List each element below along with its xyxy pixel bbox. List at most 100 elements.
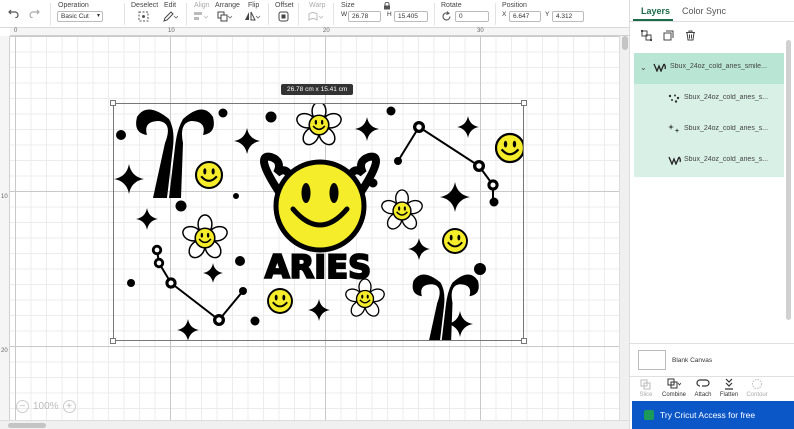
width-field[interactable]: 26.78 bbox=[348, 11, 381, 22]
slice-icon bbox=[640, 379, 651, 390]
attach-icon bbox=[696, 379, 710, 387]
toolbar-divider bbox=[50, 3, 51, 25]
flatten-button[interactable]: Flatten bbox=[714, 377, 744, 398]
redo-icon[interactable] bbox=[29, 8, 40, 18]
ruler-tick-label: 10 bbox=[168, 28, 175, 34]
position-label: Position bbox=[502, 2, 527, 9]
align-label: Align bbox=[194, 2, 210, 9]
layer-group-row[interactable]: ⌄ Sbux_24oz_cold_aries_smile... bbox=[634, 53, 784, 84]
x-prefix: X bbox=[502, 11, 507, 18]
resize-handle-top-left[interactable] bbox=[110, 100, 116, 106]
blank-canvas-swatch[interactable] bbox=[638, 350, 666, 370]
scrollbar-thumb[interactable] bbox=[622, 36, 628, 50]
layer-row[interactable]: Sbux_24oz_cold_aries_s... bbox=[634, 84, 784, 115]
flip-label: Flip bbox=[248, 2, 260, 9]
offset-label: Offset bbox=[275, 2, 294, 9]
y-prefix: Y bbox=[545, 11, 550, 18]
width-prefix: W bbox=[341, 11, 348, 18]
cta-label: Try Cricut Access for free bbox=[660, 410, 756, 420]
zoom-control: − 100% + bbox=[16, 398, 76, 414]
layer-name: Sbux_24oz_cold_aries_s... bbox=[684, 94, 769, 101]
chevron-down-icon[interactable]: ⌄ bbox=[640, 63, 647, 72]
duplicate-icon[interactable] bbox=[663, 30, 674, 41]
toolbar-divider bbox=[298, 3, 299, 25]
blank-canvas-label: Blank Canvas bbox=[672, 357, 713, 364]
toolbar-divider bbox=[186, 3, 187, 25]
layer-name: Sbux_24oz_cold_aries_s... bbox=[684, 125, 769, 132]
dots-thumbnail-icon bbox=[668, 94, 680, 103]
arrange-icon[interactable] bbox=[217, 11, 233, 22]
layer-row[interactable]: Sbux_24oz_cold_aries_s... bbox=[634, 115, 784, 146]
position-x-field[interactable]: 6.647 bbox=[509, 11, 541, 22]
ruler-tick-label: 10 bbox=[1, 194, 8, 200]
toolbar-divider bbox=[333, 3, 334, 25]
flip-icon[interactable] bbox=[244, 11, 261, 22]
rotate-field[interactable]: 0 bbox=[455, 11, 489, 22]
group-thumbnail-icon bbox=[653, 63, 666, 72]
resize-handle-top-right[interactable] bbox=[521, 100, 527, 106]
slice-button[interactable]: Slice bbox=[631, 377, 661, 398]
panel-action-bar: Slice Combine Attach Flatten Contour bbox=[630, 376, 794, 398]
undo-icon[interactable] bbox=[8, 8, 19, 18]
selection-bounding-box[interactable] bbox=[110, 100, 527, 344]
sparkle-thumbnail-icon bbox=[668, 124, 680, 133]
deselect-icon[interactable] bbox=[138, 11, 149, 22]
resize-handle-bottom-left[interactable] bbox=[110, 338, 116, 344]
ruler-tick-label: 0 bbox=[14, 28, 18, 34]
group-icon[interactable] bbox=[641, 30, 652, 41]
layer-name: Sbux_24oz_cold_aries_smile... bbox=[670, 63, 767, 70]
shape-thumbnail-icon bbox=[668, 156, 681, 165]
contour-icon bbox=[752, 379, 762, 389]
toolbar-divider bbox=[434, 3, 435, 25]
height-prefix: H bbox=[387, 11, 392, 18]
scrollbar-thumb[interactable] bbox=[8, 423, 46, 428]
size-tooltip: 26.78 cm x 15.41 cm bbox=[281, 84, 354, 95]
combine-button[interactable]: Combine bbox=[659, 377, 689, 398]
cricut-logo-icon bbox=[644, 410, 654, 420]
position-y-field[interactable]: 4.312 bbox=[552, 11, 584, 22]
ruler-tick-label: 20 bbox=[323, 28, 330, 34]
layer-row[interactable]: Sbux_24oz_cold_aries_s... bbox=[634, 146, 784, 177]
warp-icon[interactable] bbox=[308, 11, 324, 22]
flatten-icon bbox=[725, 378, 733, 390]
layers-panel: Layers Color Sync ⌄ Sbux_24oz_cold_aries… bbox=[629, 0, 794, 429]
zoom-level: 100% bbox=[33, 400, 59, 412]
deselect-label: Deselect bbox=[131, 2, 159, 9]
align-icon[interactable] bbox=[193, 11, 209, 22]
offset-icon[interactable] bbox=[278, 11, 289, 22]
rotate-icon bbox=[442, 11, 451, 21]
resize-handle-bottom-right[interactable] bbox=[521, 338, 527, 344]
panel-scrollbar[interactable] bbox=[786, 30, 792, 346]
cricut-access-banner[interactable]: Try Cricut Access for free bbox=[632, 401, 794, 429]
horizontal-scrollbar[interactable] bbox=[0, 420, 629, 429]
toolbar-divider bbox=[268, 3, 269, 25]
left-ruler: 10 20 bbox=[0, 36, 10, 420]
vertical-scrollbar[interactable] bbox=[619, 36, 629, 420]
edit-pen-icon[interactable] bbox=[163, 11, 178, 22]
arrange-label: Arrange bbox=[215, 2, 240, 9]
active-tab-indicator bbox=[633, 19, 673, 21]
edit-label: Edit bbox=[164, 2, 177, 9]
tab-color-sync[interactable]: Color Sync bbox=[682, 6, 726, 16]
ruler-tick-label: 30 bbox=[477, 28, 484, 34]
layer-actions bbox=[641, 30, 696, 41]
contour-button[interactable]: Contour bbox=[742, 377, 772, 398]
height-field[interactable]: 15.405 bbox=[394, 11, 428, 22]
zoom-in-button[interactable]: + bbox=[62, 399, 76, 413]
trash-icon[interactable] bbox=[685, 30, 696, 41]
chevron-down-icon: ▾ bbox=[96, 13, 100, 19]
zoom-out-button[interactable]: − bbox=[16, 399, 29, 413]
panel-tabs: Layers Color Sync bbox=[630, 0, 794, 22]
size-label: Size bbox=[341, 2, 355, 9]
operation-select[interactable]: Basic Cut ▾ bbox=[57, 11, 103, 22]
layer-name: Sbux_24oz_cold_aries_s... bbox=[684, 156, 769, 163]
top-toolbar: Operation Basic Cut ▾ Deselect Edit Alig… bbox=[0, 0, 629, 28]
operation-label: Operation bbox=[58, 2, 89, 9]
tab-layers[interactable]: Layers bbox=[641, 6, 670, 16]
toolbar-divider bbox=[495, 3, 496, 25]
scrollbar-thumb[interactable] bbox=[786, 40, 791, 320]
ruler-tick-label: 20 bbox=[1, 348, 8, 354]
lock-icon[interactable] bbox=[383, 2, 391, 10]
top-ruler: 0 10 20 30 bbox=[10, 28, 629, 36]
rotate-label: Rotate bbox=[441, 2, 462, 9]
